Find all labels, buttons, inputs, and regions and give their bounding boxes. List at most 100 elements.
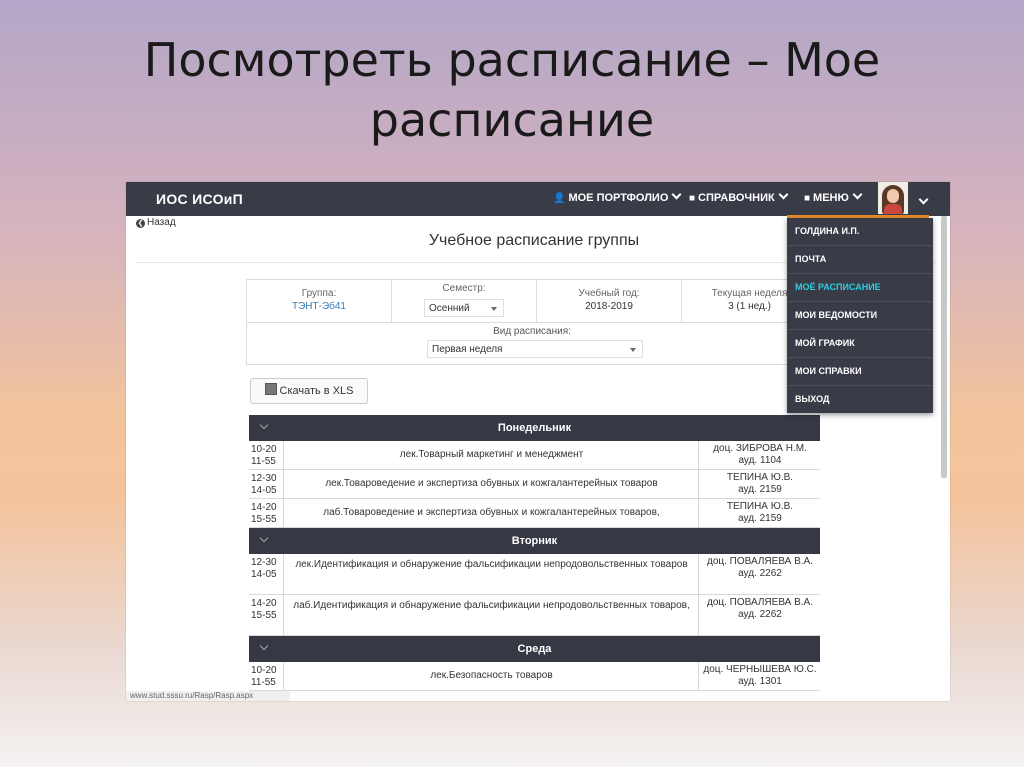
lesson-end: 14-05: [251, 485, 277, 496]
lesson-row: 14-20 15-55 лаб.Товароведение и экспертиза…: [249, 499, 820, 528]
lesson-room: ауд. 2262: [738, 568, 782, 579]
page-title: Учебное расписание группы: [428, 232, 640, 249]
semester-cell: Семестр: Осенний: [392, 280, 537, 322]
group-link[interactable]: ТЭНТ-Эб41: [247, 301, 391, 312]
lesson-row: 10-20 11-55 лек.Безопасность товаров доц. Ч…: [249, 662, 820, 691]
lesson-teacher: доц. ПОВАЛЯЕВА В.А.: [706, 556, 813, 567]
schedule-type-label: Вид расписания:: [493, 326, 571, 337]
schedule-filter-panel: Группа: ТЭНТ-Эб41 Семестр: Осенний Учебн…: [246, 279, 818, 365]
user-dropdown-menu: ГОЛДИНА И.П. ПОЧТА МОЁ РАСПИСАНИЕ МОИ ВЕДОМ…: [787, 218, 933, 413]
day-name: Вторник: [511, 535, 558, 547]
nav-menu[interactable]: ■ МЕНЮ: [804, 189, 863, 204]
lesson-time: 10-20 11-55: [251, 444, 281, 468]
lesson-end: 11-55: [251, 677, 276, 688]
nav-portfolio[interactable]: 👤 МОЕ ПОРТФОЛИО: [553, 189, 682, 204]
user-menu-toggle[interactable]: [915, 193, 929, 211]
caret-down-icon: [630, 348, 636, 352]
dropdown-item[interactable]: МОЁ РАСПИСАНИЕ: [787, 273, 933, 301]
day-name: Понедельник: [497, 422, 572, 434]
year-label: Учебный год:: [578, 288, 640, 299]
top-navbar: ИОС ИСОиП 👤 МОЕ ПОРТФОЛИО ■ СПРАВОЧНИК ■ МЕ…: [126, 182, 950, 218]
lesson-teacher: доц. ПОВАЛЯЕВА В.А.: [706, 597, 813, 608]
slide-title-line1: Посмотреть расписание – Мое: [143, 33, 881, 87]
lesson-subject: лек.Товароведение и экспертиза обувных и…: [325, 478, 658, 489]
lesson-room: ауд. 1104: [738, 455, 782, 466]
lesson-end: 14-05: [251, 569, 277, 580]
download-xls-button[interactable]: Скачать в XLS: [250, 378, 368, 404]
book-icon: ■: [689, 193, 696, 204]
nav-reference-label: СПРАВОЧНИК: [698, 192, 775, 204]
year-value: 2018-2019: [585, 301, 633, 312]
nav-reference[interactable]: ■ СПРАВОЧНИК: [689, 189, 789, 204]
schedule-type-value: Первая неделя: [432, 344, 503, 355]
day-header[interactable]: Среда: [249, 636, 820, 662]
lesson-subject: лек.Товарный маркетинг и менеджмент: [399, 449, 584, 460]
lesson-row: 12-30 14-05 лек.Идентификация и обнаружени…: [249, 554, 820, 595]
lesson-teacher: ТЕПИНА Ю.В.: [726, 501, 794, 512]
spreadsheet-icon: [264, 383, 277, 395]
semester-select[interactable]: Осенний: [424, 299, 504, 317]
schedule-type-row: Вид расписания: Первая неделя: [247, 322, 817, 365]
slide-title: Посмотреть расписание – Мое расписание: [0, 30, 1024, 150]
lesson-subject: лек.Идентификация и обнаружение фальсифи…: [295, 559, 688, 570]
semester-value: Осенний: [429, 303, 470, 314]
group-label: Группа:: [301, 288, 337, 299]
chevron-down-icon: [852, 189, 863, 200]
dropdown-item[interactable]: МОИ СПРАВКИ: [787, 357, 933, 385]
day-header[interactable]: Вторник: [249, 528, 820, 554]
download-xls-label: Скачать в XLS: [279, 385, 354, 397]
book-icon: ■: [804, 193, 811, 204]
chevron-down-icon: [259, 641, 269, 651]
lesson-room: ауд. 2159: [738, 484, 782, 495]
lesson-row: 10-20 11-55 лек.Товарный маркетинг и менед…: [249, 441, 820, 470]
lesson-room: ауд. 1301: [738, 676, 782, 687]
lesson-end: 15-55: [251, 610, 277, 621]
lesson-teacher-cell: ТЕПИНА Ю.В. ауд. 2159: [700, 472, 820, 496]
lesson-start: 14-20: [251, 598, 277, 609]
nav-portfolio-label: МОЕ ПОРТФОЛИО: [568, 192, 669, 204]
scrollbar[interactable]: [941, 216, 947, 478]
dropdown-item[interactable]: ГОЛДИНА И.П.: [787, 218, 933, 245]
lesson-teacher-cell: доц. ПОВАЛЯЕВА В.А. ауд. 2262: [700, 556, 820, 580]
lesson-end: 15-55: [251, 514, 277, 525]
semester-label: Семестр:: [442, 283, 486, 294]
browser-screenshot: ИОС ИСОиП 👤 МОЕ ПОРТФОЛИО ■ СПРАВОЧНИК ■ МЕ…: [126, 182, 950, 701]
lesson-time: 12-30 14-05: [251, 473, 281, 497]
lesson-row: 12-30 14-05 лек.Товароведение и экспертиза…: [249, 470, 820, 499]
chevron-down-icon: [259, 533, 269, 543]
avatar[interactable]: [878, 182, 908, 214]
lesson-start: 12-30: [251, 557, 277, 568]
lesson-teacher-cell: доц. ПОВАЛЯЕВА В.А. ауд. 2262: [700, 597, 820, 621]
lesson-teacher-cell: доц. ЧЕРНЫШЕВА Ю.С. ауд. 1301: [700, 664, 820, 688]
chevron-down-icon: [778, 189, 789, 200]
dropdown-item[interactable]: ПОЧТА: [787, 245, 933, 273]
lesson-room: ауд. 2262: [738, 609, 782, 620]
status-url: www.stud.sssu.ru/Rasp/Rasp.aspx: [126, 691, 290, 701]
lesson-time: 10-20 11-55: [251, 665, 281, 689]
lesson-subject: лаб.Товароведение и экспертиза обувных и…: [323, 507, 660, 518]
nav-menu-label: МЕНЮ: [813, 192, 849, 204]
brand-logo[interactable]: ИОС ИСОиП: [156, 191, 243, 207]
lesson-end: 11-55: [251, 456, 276, 467]
schedule-table: Понедельник 10-20 11-55 лек.Товарный маркет…: [249, 415, 820, 691]
lesson-subject: лек.Безопасность товаров: [430, 670, 553, 681]
chevron-down-icon: [918, 194, 929, 205]
lesson-teacher-cell: ТЕПИНА Ю.В. ауд. 2159: [700, 501, 820, 525]
year-cell: Учебный год: 2018-2019: [537, 280, 682, 322]
lesson-teacher: доц. ЗИБРОВА Н.М.: [713, 443, 807, 454]
dropdown-item[interactable]: ВЫХОД: [787, 385, 933, 413]
lesson-start: 12-30: [251, 473, 277, 484]
lesson-start: 10-20: [251, 665, 277, 676]
slide-title-line2: расписание: [369, 93, 655, 147]
back-label: Назад: [147, 217, 176, 228]
back-link[interactable]: ❮ Назад: [136, 217, 176, 228]
schedule-type-select[interactable]: Первая неделя: [427, 340, 643, 358]
day-header[interactable]: Понедельник: [249, 415, 820, 441]
lesson-room: ауд. 2159: [738, 513, 782, 524]
lesson-time: 14-20 15-55: [251, 502, 281, 526]
lesson-row: 14-20 15-55 лаб.Идентификация и обнаружени…: [249, 595, 820, 636]
dropdown-item[interactable]: МОЙ ГРАФИК: [787, 329, 933, 357]
day-name: Среда: [517, 643, 552, 655]
lesson-time: 12-30 14-05: [251, 557, 281, 581]
dropdown-item[interactable]: МОИ ВЕДОМОСТИ: [787, 301, 933, 329]
